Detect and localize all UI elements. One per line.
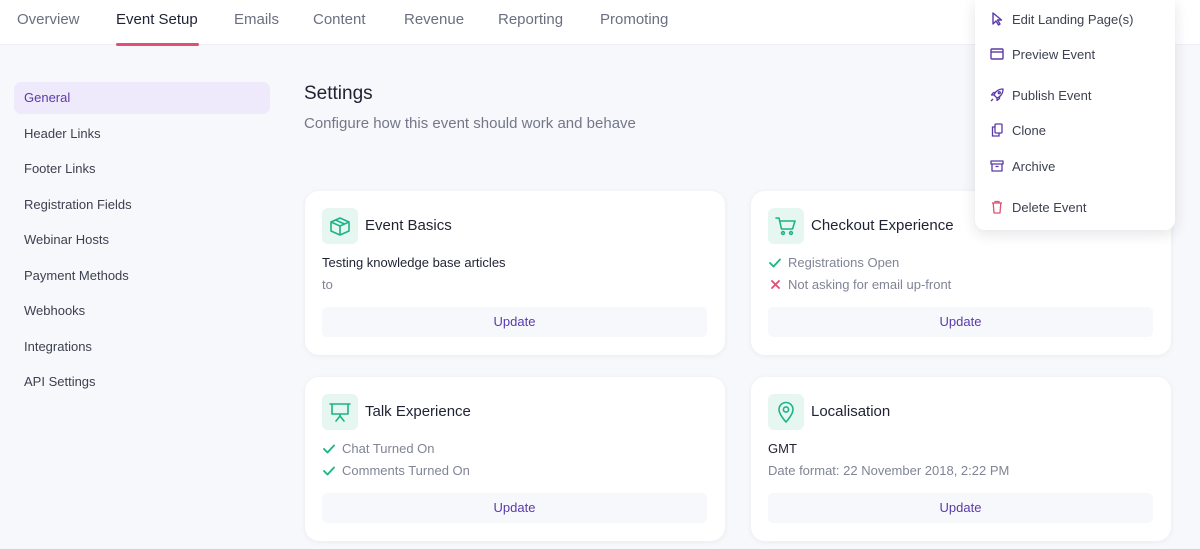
card-title: Checkout Experience — [811, 217, 954, 234]
update-button[interactable]: Update — [322, 493, 707, 523]
archive-box-icon — [989, 158, 1005, 174]
card-title: Talk Experience — [365, 403, 471, 420]
menu-item-archive[interactable]: Archive — [989, 154, 1165, 178]
sidebar-item-footer-links[interactable]: Footer Links — [14, 153, 270, 185]
copy-icon — [989, 122, 1005, 138]
menu-item-label: Edit Landing Page(s) — [1012, 11, 1134, 27]
sidebar-item-payment-methods[interactable]: Payment Methods — [14, 260, 270, 292]
sidebar-item-general[interactable]: General — [14, 82, 270, 114]
active-tab-indicator — [116, 43, 199, 46]
card-title: Event Basics — [365, 217, 452, 234]
tab-content[interactable]: Content — [313, 11, 366, 28]
status-line: Not asking for email up-front — [768, 277, 951, 292]
menu-item-edit-landing-pages[interactable]: Edit Landing Page(s) — [989, 7, 1165, 31]
status-text: Not asking for email up-front — [788, 277, 952, 292]
status-line: Comments Turned On — [322, 463, 470, 478]
event-dates-text: to — [322, 277, 333, 292]
status-text: Registrations Open — [788, 255, 900, 270]
menu-item-label: Clone — [1012, 122, 1046, 138]
menu-item-preview-event[interactable]: Preview Event — [989, 42, 1165, 66]
localisation-card: Localisation GMT Date format: 22 Novembe… — [751, 377, 1171, 541]
update-button[interactable]: Update — [768, 307, 1153, 337]
tab-reporting[interactable]: Reporting — [498, 11, 563, 28]
check-icon — [322, 444, 336, 454]
sidebar-item-registration-fields[interactable]: Registration Fields — [14, 189, 270, 221]
trash-icon — [989, 199, 1005, 215]
event-name-text: Testing knowledge base articles — [322, 255, 506, 270]
menu-item-label: Delete Event — [1012, 199, 1087, 215]
tab-event-setup[interactable]: Event Setup — [116, 11, 198, 28]
menu-item-clone[interactable]: Clone — [989, 118, 1165, 142]
menu-item-delete-event[interactable]: Delete Event — [989, 195, 1165, 219]
timezone-text: GMT — [768, 441, 797, 456]
menu-item-publish-event[interactable]: Publish Event — [989, 83, 1165, 107]
sidebar-item-integrations[interactable]: Integrations — [14, 331, 270, 363]
menu-item-label: Archive — [1012, 158, 1056, 174]
presentation-icon — [322, 394, 358, 430]
status-line: Chat Turned On — [322, 441, 435, 456]
rocket-icon — [989, 87, 1005, 103]
tab-overview[interactable]: Overview — [17, 11, 80, 28]
date-format-text: Date format: 22 November 2018, 2:22 PM — [768, 463, 1010, 478]
status-text: Comments Turned On — [342, 463, 470, 478]
event-actions-menu: Edit Landing Page(s) Preview Event Publi… — [975, 0, 1175, 230]
location-pin-icon — [768, 394, 804, 430]
status-line: Registrations Open — [768, 255, 899, 270]
check-icon — [768, 258, 782, 268]
cart-icon — [768, 208, 804, 244]
sidebar-item-webinar-hosts[interactable]: Webinar Hosts — [14, 224, 270, 256]
cross-icon — [768, 280, 782, 289]
card-title: Localisation — [811, 403, 891, 420]
sidebar-item-header-links[interactable]: Header Links — [14, 118, 270, 150]
sidebar-item-api-settings[interactable]: API Settings — [14, 366, 270, 398]
page-subtitle: Configure how this event should work and… — [304, 115, 636, 132]
tab-revenue[interactable]: Revenue — [404, 11, 464, 28]
talk-experience-card: Talk Experience Chat Turned On Comments … — [305, 377, 725, 541]
status-text: Chat Turned On — [342, 441, 435, 456]
page-title: Settings — [304, 83, 373, 104]
menu-item-label: Preview Event — [1012, 46, 1096, 62]
cursor-icon — [989, 11, 1005, 27]
menu-item-label: Publish Event — [1012, 87, 1092, 103]
settings-sidebar: General Header Links Footer Links Regist… — [14, 82, 270, 402]
update-button[interactable]: Update — [768, 493, 1153, 523]
check-icon — [322, 466, 336, 476]
event-basics-card: Event Basics Testing knowledge base arti… — [305, 191, 725, 355]
box-icon — [322, 208, 358, 244]
tab-promoting[interactable]: Promoting — [600, 11, 668, 28]
tab-emails[interactable]: Emails — [234, 11, 279, 28]
update-button[interactable]: Update — [322, 307, 707, 337]
sidebar-item-webhooks[interactable]: Webhooks — [14, 295, 270, 327]
browser-window-icon — [989, 46, 1005, 62]
